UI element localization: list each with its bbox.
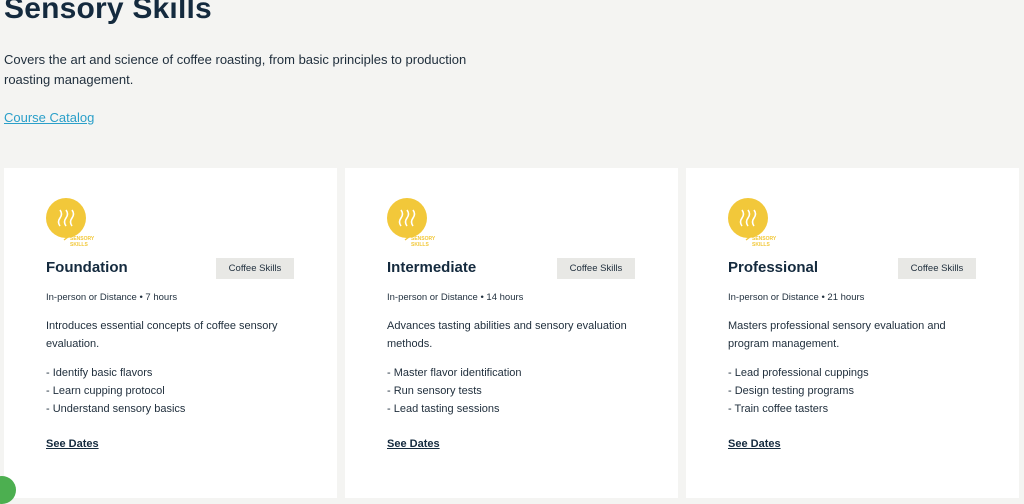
page-title: Sensory Skills xyxy=(4,0,212,25)
list-item: - Learn cupping protocol xyxy=(46,385,165,397)
list-item: - Design testing programs xyxy=(728,385,854,397)
list-item: - Identify basic flavors xyxy=(46,367,153,379)
list-item: - Master flavor identification xyxy=(387,367,522,379)
course-summary: Introduces essential concepts of coffee … xyxy=(46,320,278,350)
course-cards: SENSORY SKILLS Foundation Coffee Skills … xyxy=(4,168,1024,498)
course-card-professional: SENSORY SKILLS Professional Coffee Skill… xyxy=(686,168,1019,498)
list-item: - Lead professional cuppings xyxy=(728,367,869,379)
course-level-title: Professional xyxy=(728,259,819,276)
course-card-intermediate: SENSORY SKILLS Intermediate Coffee Skill… xyxy=(345,168,678,498)
course-summary: Advances tasting abilities and sensory e… xyxy=(387,320,627,350)
course-meta: In-person or Distance • 21 hours xyxy=(728,292,865,303)
course-outcomes-list: - Identify basic flavors - Learn cupping… xyxy=(46,364,185,418)
svg-text:SKILLS: SKILLS xyxy=(70,242,88,248)
course-level-title: Foundation xyxy=(46,259,128,276)
page-description: Covers the art and science of coffee roa… xyxy=(4,52,467,87)
list-item: - Train coffee tasters xyxy=(728,403,829,415)
course-level-title: Intermediate xyxy=(387,259,477,276)
category-tag[interactable]: Coffee Skills xyxy=(898,258,976,279)
sensory-skills-logo-icon: SENSORY SKILLS xyxy=(728,198,788,250)
see-dates-link[interactable]: See Dates xyxy=(46,438,99,450)
course-outcomes-list: - Master flavor identification - Run sen… xyxy=(387,364,522,418)
svg-text:SKILLS: SKILLS xyxy=(752,242,770,248)
see-dates-link[interactable]: See Dates xyxy=(387,438,440,450)
list-item: - Lead tasting sessions xyxy=(387,403,500,415)
course-outcomes-list: - Lead professional cuppings - Design te… xyxy=(728,364,869,418)
course-card-foundation: SENSORY SKILLS Foundation Coffee Skills … xyxy=(4,168,337,498)
sensory-skills-logo-icon: SENSORY SKILLS xyxy=(46,198,106,250)
course-summary: Masters professional sensory evaluation … xyxy=(728,320,946,350)
list-item: - Understand sensory basics xyxy=(46,403,186,415)
category-tag[interactable]: Coffee Skills xyxy=(216,258,294,279)
category-tag[interactable]: Coffee Skills xyxy=(557,258,635,279)
course-catalog-link[interactable]: Course Catalog xyxy=(4,110,94,125)
list-item: - Run sensory tests xyxy=(387,385,482,397)
course-meta: In-person or Distance • 7 hours xyxy=(46,292,178,303)
sensory-skills-logo-icon: SENSORY SKILLS xyxy=(387,198,447,250)
see-dates-link[interactable]: See Dates xyxy=(728,438,781,450)
svg-text:SKILLS: SKILLS xyxy=(411,242,429,248)
course-meta: In-person or Distance • 14 hours xyxy=(387,292,524,303)
